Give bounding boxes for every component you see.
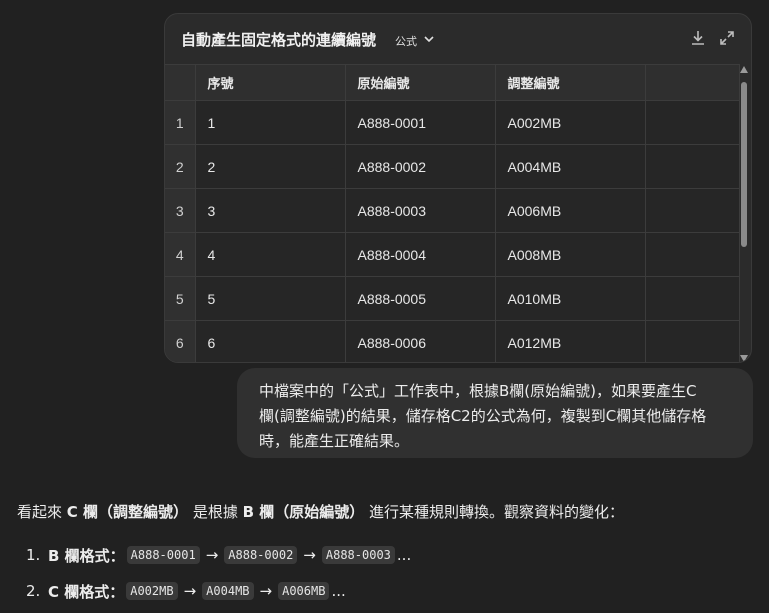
column-header[interactable]: 調整編號 bbox=[495, 64, 646, 101]
table-row: 3 3 A888-0003 A006MB bbox=[165, 188, 740, 233]
list-item: 2. C 欄格式： A002MB → A004MB → A006MB ... bbox=[26, 573, 411, 609]
inline-code: A002MB bbox=[126, 582, 178, 600]
user-message-line: 中檔案中的「公式」工作表中，根據B欄(原始編號)，如果要產生C bbox=[259, 382, 697, 400]
inline-code: A888-0003 bbox=[321, 546, 395, 564]
table-cell[interactable] bbox=[645, 100, 740, 145]
scroll-up-arrow-icon[interactable] bbox=[740, 66, 748, 73]
table-cell[interactable]: 1 bbox=[195, 100, 346, 145]
download-icon[interactable] bbox=[689, 29, 707, 47]
table-cell[interactable]: A888-0005 bbox=[345, 276, 496, 321]
table-cell[interactable] bbox=[645, 188, 740, 233]
column-header[interactable]: 原始編號 bbox=[345, 64, 496, 101]
spreadsheet-preview-card: 自動產生固定格式的連續編號 公式 序號 原始編號 調整編號 1 1 A888-0… bbox=[164, 13, 752, 363]
sheet-selector[interactable]: 公式 bbox=[395, 33, 417, 49]
table-cell[interactable]: A008MB bbox=[495, 232, 646, 277]
user-message-bubble: 中檔案中的「公式」工作表中，根據B欄(原始編號)，如果要產生C 欄(調整編號)的… bbox=[237, 368, 753, 458]
table-cell[interactable]: A888-0003 bbox=[345, 188, 496, 233]
arrow: → bbox=[303, 546, 316, 564]
data-grid: 序號 原始編號 調整編號 1 1 A888-0001 A002MB 2 2 A8… bbox=[165, 64, 741, 362]
row-number: 5 bbox=[165, 276, 196, 321]
inline-code: A888-0001 bbox=[126, 546, 200, 564]
table-cell[interactable] bbox=[645, 276, 740, 321]
column-header[interactable]: 序號 bbox=[195, 64, 346, 101]
row-number: 6 bbox=[165, 320, 196, 362]
ellipsis: ... bbox=[396, 546, 412, 564]
card-title: 自動產生固定格式的連續編號 bbox=[181, 31, 377, 49]
table-cell[interactable]: 2 bbox=[195, 144, 346, 189]
expand-icon[interactable] bbox=[718, 29, 736, 47]
data-table: 序號 原始編號 調整編號 1 1 A888-0001 A002MB 2 2 A8… bbox=[165, 64, 740, 362]
assistant-answer-intro: 看起來 C 欄（調整編號） 是根據 B 欄（原始編號） 進行某種規則轉換。觀察資… bbox=[17, 500, 624, 524]
answer-list: 1. B 欄格式： A888-0001 → A888-0002 → A888-0… bbox=[26, 537, 411, 609]
table-cell[interactable]: A888-0004 bbox=[345, 232, 496, 277]
answer-text: 看起來 bbox=[17, 503, 63, 521]
vertical-scrollbar[interactable] bbox=[739, 66, 749, 362]
table-cell[interactable]: A004MB bbox=[495, 144, 646, 189]
user-message-line: 時，能產生正確結果。 bbox=[259, 432, 410, 450]
scrollbar-thumb[interactable] bbox=[741, 82, 747, 247]
user-message-line: 欄(調整編號)的結果，儲存格C2的公式為何，複製到C欄其他儲存格 bbox=[259, 407, 707, 425]
card-header: 自動產生固定格式的連續編號 公式 bbox=[165, 14, 751, 64]
inline-code: A004MB bbox=[202, 582, 254, 600]
table-cell[interactable]: A002MB bbox=[495, 100, 646, 145]
list-label: C 欄格式： bbox=[48, 582, 125, 601]
table-cell[interactable]: A012MB bbox=[495, 320, 646, 362]
table-cell[interactable]: 4 bbox=[195, 232, 346, 277]
answer-text: 是根據 bbox=[192, 503, 238, 521]
table-cell[interactable]: A010MB bbox=[495, 276, 646, 321]
column-header[interactable] bbox=[165, 64, 196, 101]
table-cell[interactable] bbox=[645, 320, 740, 362]
arrow: → bbox=[205, 546, 219, 564]
answer-text: 進行某種規則轉換。觀察資料的變化： bbox=[369, 503, 625, 521]
row-number: 3 bbox=[165, 188, 196, 233]
table-cell[interactable]: A888-0002 bbox=[345, 144, 496, 189]
table-row: 4 4 A888-0004 A008MB bbox=[165, 232, 740, 277]
list-label: B 欄格式： bbox=[48, 546, 125, 565]
table-row: 1 1 A888-0001 A002MB bbox=[165, 100, 740, 145]
ellipsis: ... bbox=[331, 582, 346, 600]
table-cell[interactable]: 6 bbox=[195, 320, 346, 362]
inline-code: A006MB bbox=[278, 582, 330, 600]
table-cell[interactable]: 5 bbox=[195, 276, 346, 321]
table-row: 2 2 A888-0002 A004MB bbox=[165, 144, 740, 189]
table-cell[interactable]: A888-0001 bbox=[345, 100, 496, 145]
column-header[interactable] bbox=[645, 64, 740, 101]
list-item: 1. B 欄格式： A888-0001 → A888-0002 → A888-0… bbox=[26, 537, 411, 573]
list-number: 1. bbox=[26, 546, 41, 564]
table-cell[interactable] bbox=[645, 232, 740, 277]
table-cell[interactable] bbox=[645, 144, 740, 189]
table-cell[interactable]: 3 bbox=[195, 188, 346, 233]
list-number: 2. bbox=[26, 582, 41, 600]
answer-bold-c-column: C 欄（調整編號） bbox=[66, 503, 189, 521]
table-cell[interactable]: A888-0006 bbox=[345, 320, 496, 362]
row-number: 1 bbox=[165, 100, 196, 145]
chevron-down-icon[interactable] bbox=[423, 33, 435, 45]
scroll-down-arrow-icon[interactable] bbox=[740, 355, 748, 362]
row-number: 2 bbox=[165, 144, 196, 189]
table-cell[interactable]: A006MB bbox=[495, 188, 646, 233]
row-number: 4 bbox=[165, 232, 196, 277]
table-row: 5 5 A888-0005 A010MB bbox=[165, 276, 740, 321]
answer-bold-b-column: B 欄（原始編號） bbox=[242, 503, 365, 521]
arrow: → bbox=[259, 582, 273, 600]
arrow: → bbox=[183, 582, 197, 600]
table-header-row: 序號 原始編號 調整編號 bbox=[165, 64, 740, 101]
table-row: 6 6 A888-0006 A012MB bbox=[165, 320, 740, 362]
inline-code: A888-0002 bbox=[224, 546, 298, 564]
